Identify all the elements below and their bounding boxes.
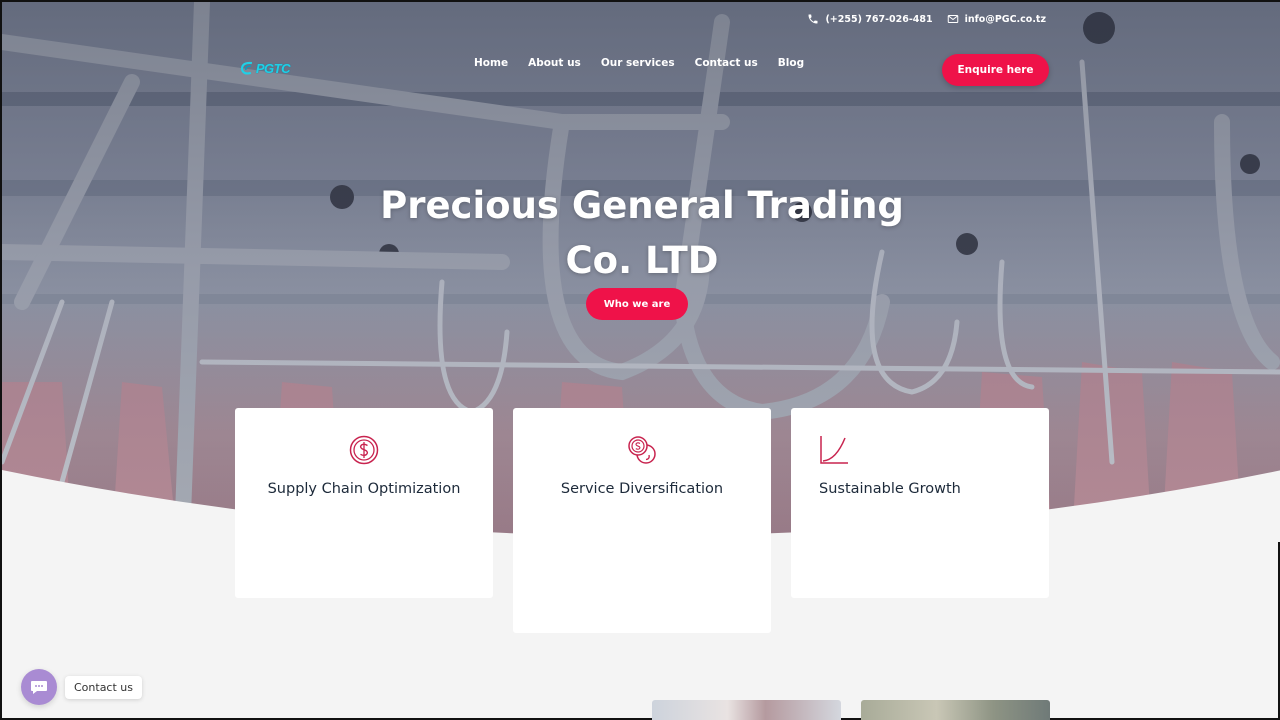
main-nav: Home About us Our services Contact us Bl… xyxy=(474,57,804,69)
gallery-thumbnail[interactable] xyxy=(652,700,841,720)
email-link[interactable]: info@PGC.co.tz xyxy=(947,13,1046,25)
growth-chart-icon xyxy=(820,436,848,464)
phone-number: (+255) 767-026-481 xyxy=(825,13,933,25)
feature-card-supply-chain: Supply Chain Optimization xyxy=(235,408,493,598)
logo-text: PGTC xyxy=(255,60,291,76)
nav-item-home[interactable]: Home xyxy=(474,57,508,69)
nav-item-our-services[interactable]: Our services xyxy=(601,57,675,69)
contact-widget-button[interactable] xyxy=(21,669,57,705)
feature-title: Supply Chain Optimization xyxy=(267,481,461,497)
feature-card-service-diversification: Service Diversification xyxy=(513,408,771,633)
gallery-thumbnail[interactable] xyxy=(861,700,1050,720)
feature-title: Service Diversification xyxy=(560,481,724,497)
feature-card-sustainable-growth: Sustainable Growth xyxy=(791,408,1049,598)
phone-link[interactable]: (+255) 767-026-481 xyxy=(807,13,933,25)
hero-title: Precious General Trading Co. LTD xyxy=(342,178,942,288)
logo-swirl-icon xyxy=(240,61,253,75)
contact-widget-label[interactable]: Contact us xyxy=(65,676,142,699)
site-logo[interactable]: PGTC xyxy=(240,57,291,79)
coins-icon xyxy=(628,436,656,464)
phone-icon xyxy=(808,14,818,24)
email-address: info@PGC.co.tz xyxy=(964,13,1046,25)
nav-item-blog[interactable]: Blog xyxy=(778,57,804,69)
dollar-coin-icon xyxy=(349,435,379,465)
enquire-button[interactable]: Enquire here xyxy=(942,54,1049,86)
top-contact-bar: (+255) 767-026-481 info@PGC.co.tz xyxy=(807,13,1046,25)
hero-title-line1: Precious General Trading xyxy=(380,184,904,227)
envelope-icon xyxy=(947,15,958,23)
who-we-are-button[interactable]: Who we are xyxy=(586,288,688,320)
chat-bubble-icon xyxy=(31,681,47,694)
nav-item-about-us[interactable]: About us xyxy=(528,57,581,69)
nav-item-contact-us[interactable]: Contact us xyxy=(695,57,758,69)
feature-title: Sustainable Growth xyxy=(819,481,961,497)
hero-title-line2: Co. LTD xyxy=(565,239,719,282)
